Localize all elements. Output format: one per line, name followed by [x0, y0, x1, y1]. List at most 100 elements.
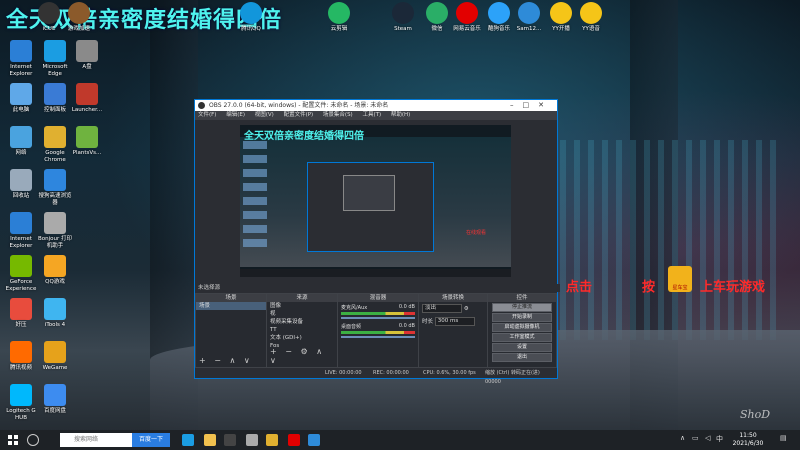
scene-item[interactable]: 场景 [196, 302, 266, 310]
obs-taskbar-icon[interactable] [224, 434, 236, 446]
menu-edit[interactable]: 编辑(E) [226, 112, 245, 118]
obs-preview[interactable]: 全天双倍亲密度结婚得四倍 在线观看 [240, 125, 511, 277]
desktop-icon[interactable]: Launcher... [68, 83, 106, 114]
controls-dock-title: 控件 [488, 294, 556, 302]
stop-streaming-button[interactable]: 停止推流 [492, 303, 552, 312]
menu-profile[interactable]: 配置文件(P) [284, 112, 314, 118]
menu-tools[interactable]: 工具(T) [362, 112, 381, 118]
app-icon [518, 2, 540, 24]
app-icon [44, 126, 66, 148]
obs-titlebar[interactable]: OBS 27.0.0 (64-bit, windows) - 配置文件: 未命名… [195, 100, 557, 111]
desktop-icon[interactable]: A盘 [68, 40, 106, 71]
tray-chevron-icon[interactable]: ∧ [680, 434, 685, 442]
obs-statusbar: LIVE: 00:00:00 REC: 00:00:00 CPU: 0.6%, … [195, 369, 557, 385]
taskbar: 搜索网络 百度一下 ∧ ▭ ◁ 中 11:50 2021/6/30 ▤ [0, 430, 800, 450]
desktop-icon-label: WeGame [42, 365, 68, 371]
desktop-icon[interactable]: 云剪辑 [320, 2, 358, 33]
minimize-icon[interactable]: – [510, 101, 523, 109]
desktop-icon[interactable]: Steam [384, 2, 422, 33]
desktop-icon[interactable]: 百度网盘 [36, 384, 74, 415]
desktop-icon[interactable]: 网络 [2, 126, 40, 157]
source-item[interactable]: 视频采集设备 [267, 318, 337, 326]
folder-taskbar-icon[interactable] [204, 434, 216, 446]
netease-taskbar-icon[interactable] [288, 434, 300, 446]
exit-button[interactable]: 退出 [492, 353, 552, 362]
source-item[interactable]: 图像 [267, 302, 337, 310]
desktop-icon[interactable]: 腾讯QQ [232, 2, 270, 33]
cortana-icon[interactable] [27, 434, 39, 446]
desktop-icon-label: 腾讯视频 [9, 365, 32, 371]
maximize-icon[interactable]: □ [523, 101, 539, 109]
gear-icon[interactable]: ⚙ [464, 306, 469, 312]
desktop-icon[interactable]: QQ游戏 [36, 255, 74, 286]
menu-view[interactable]: 视图(V) [255, 112, 274, 118]
scenes-dock-toolbar[interactable]: + − ∧ ∨ [199, 356, 253, 365]
desktop-icon-label: Internet Explorer [9, 64, 33, 77]
windows-start-icon[interactable] [8, 435, 18, 445]
desktop-icon[interactable]: iTools 4 [36, 298, 74, 329]
app-icon [10, 255, 32, 277]
sam-taskbar-icon[interactable] [308, 434, 320, 446]
search-button[interactable]: 百度一下 [132, 433, 170, 447]
studio-mode-button[interactable]: 工作室模式 [492, 333, 552, 342]
ime-language[interactable]: 中 [716, 434, 723, 444]
source-item[interactable]: 文本 (GDI+) [267, 334, 337, 342]
transitions-dock: 场景转换 淡出 ⚙ 时长 300 ms [418, 293, 488, 368]
obs-window[interactable]: OBS 27.0.0 (64-bit, windows) - 配置文件: 未命名… [194, 99, 560, 385]
desktop-icon[interactable]: 此电脑 [2, 83, 40, 114]
window-controls[interactable]: –□✕ [510, 100, 553, 111]
app-icon [44, 83, 66, 105]
volume-icon[interactable]: ◁ [705, 434, 710, 442]
chrome-taskbar-icon[interactable] [266, 434, 278, 446]
desktop-icon-label: 腾讯QQ [241, 26, 261, 32]
desktop-icon[interactable]: YY语音 [572, 2, 610, 33]
desktop-icon[interactable]: 回收站 [2, 169, 40, 200]
app-icon [10, 169, 32, 191]
virtual-camera-button[interactable]: 启动虚拟摄像机 [492, 323, 552, 332]
clock-time: 11:50 [739, 432, 757, 439]
desktop-icon[interactable]: Bonjour 打印机助手 [36, 212, 74, 250]
source-item[interactable]: 视 [267, 310, 337, 318]
edge-taskbar-icon[interactable] [182, 434, 194, 446]
mixer-channel-name: 桌面音频 [341, 324, 362, 330]
desktop-icon[interactable]: PlantsVs... [68, 126, 106, 157]
desktop-icon[interactable]: 搜狗高速浏览器 [36, 169, 74, 207]
desktop-icon[interactable]: Internet Explorer [2, 40, 40, 78]
source-item[interactable]: TT [267, 326, 337, 334]
app-icon [550, 2, 572, 24]
desktop-icon[interactable]: Logitech G HUB [2, 384, 40, 422]
desktop-icon[interactable]: 游戏加速 [60, 2, 98, 33]
desktop-icon[interactable]: 好压 [2, 298, 40, 329]
volume-slider[interactable] [341, 317, 415, 319]
desktop-icon[interactable]: Internet Explorer [2, 212, 40, 250]
sources-dock-toolbar[interactable]: + − ⚙ ∧ ∨ [270, 347, 337, 365]
app-icon [426, 2, 448, 24]
desktop-icon-label: Bonjour 打印机助手 [37, 236, 72, 249]
mixer-channel-db: 0.0 dB [398, 323, 415, 329]
menu-file[interactable]: 文件(F) [198, 112, 216, 118]
clock[interactable]: 11:50 2021/6/30 [728, 432, 768, 448]
app-icon [68, 2, 90, 24]
desktop-icon[interactable]: 腾讯视频 [2, 341, 40, 372]
app-icon [488, 2, 510, 24]
wallpaper-signature: ShoD [740, 408, 771, 421]
start-recording-button[interactable]: 开始录制 [492, 313, 552, 322]
app-icon [44, 169, 66, 191]
desktop-icon-label: 百度网盘 [43, 408, 66, 414]
menu-scene-collection[interactable]: 场景集合(S) [323, 112, 353, 118]
network-icon[interactable]: ▭ [692, 434, 699, 442]
transition-select[interactable]: 淡出 [422, 304, 462, 313]
settings-button[interactable]: 设置 [492, 343, 552, 352]
menu-help[interactable]: 帮助(H) [391, 112, 410, 118]
promo-press-text: 按 [642, 280, 656, 295]
desktop-icon[interactable]: WeGame [36, 341, 74, 372]
duration-input[interactable]: 300 ms [434, 317, 475, 326]
volume-slider[interactable] [341, 336, 415, 338]
media-taskbar-icon[interactable] [246, 434, 258, 446]
notification-icon[interactable]: ▤ [780, 434, 787, 442]
close-icon[interactable]: ✕ [538, 101, 553, 109]
desktop-icon-label: QQ游戏 [45, 279, 65, 285]
mixer-channel-name: 麦克风/Aux [341, 305, 368, 311]
search-input[interactable]: 搜索网络 [60, 433, 132, 447]
desktop-icon[interactable]: GeForce Experience [2, 255, 40, 293]
